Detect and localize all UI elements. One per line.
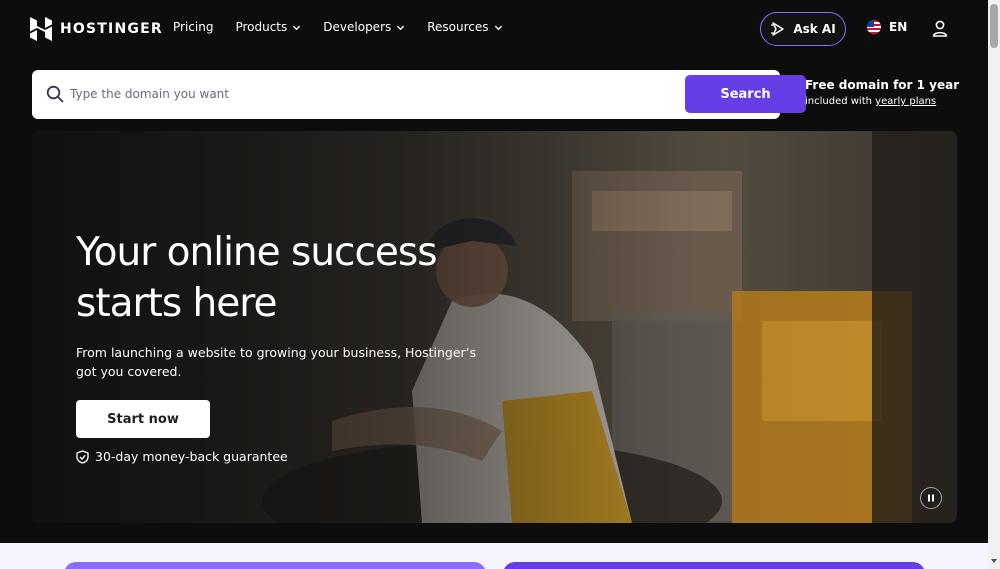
nav-item-label: Developers <box>323 20 392 34</box>
search-button[interactable]: Search <box>685 75 806 113</box>
us-flag-icon <box>867 20 881 34</box>
sparkle-arrow-icon <box>771 22 785 36</box>
hero-title-line-1: Your online success <box>76 230 438 275</box>
nav-item-label: Products <box>235 20 288 34</box>
domain-search-input[interactable] <box>70 82 670 106</box>
video-pause-button[interactable] <box>920 487 942 509</box>
plan-card-left <box>64 562 486 569</box>
page-scrollbar[interactable] <box>988 0 1000 569</box>
pause-icon <box>928 494 934 502</box>
nav-item-developers[interactable]: Developers <box>323 20 405 34</box>
hero-subtitle: From launching a website to growing your… <box>76 345 477 379</box>
yearly-plans-link[interactable]: yearly plans <box>875 96 936 107</box>
promo-subtitle-text: included with <box>805 96 876 107</box>
promo-subtitle: included with yearly plans <box>805 96 959 107</box>
plan-card-right <box>503 562 925 569</box>
nav-item-products[interactable]: Products <box>235 20 301 34</box>
search-icon <box>46 85 64 103</box>
lower-section <box>0 543 988 569</box>
language-code: EN <box>889 20 908 34</box>
shield-check-icon <box>76 449 89 464</box>
chevron-down-icon <box>397 25 405 30</box>
hero-title: Your online success starts here <box>76 227 496 329</box>
start-now-button[interactable]: Start now <box>76 400 210 438</box>
chevron-down-icon <box>494 25 502 30</box>
nav-item-resources[interactable]: Resources <box>427 20 502 34</box>
brand-logo[interactable]: HOSTINGER <box>30 17 163 41</box>
user-icon[interactable] <box>932 20 948 37</box>
chevron-down-icon <box>293 25 301 30</box>
guarantee-text: 30-day money-back guarantee <box>95 449 288 464</box>
nav-item-pricing[interactable]: Pricing <box>173 20 213 34</box>
money-back-guarantee: 30-day money-back guarantee <box>76 449 288 464</box>
brand-name: HOSTINGER <box>60 21 163 37</box>
nav-item-label: Pricing <box>173 20 214 34</box>
scroll-down-arrow-icon[interactable] <box>991 558 997 564</box>
domain-search-bar: Search <box>32 70 806 119</box>
main-nav: Pricing Products Developers Resources <box>173 20 503 34</box>
scrollbar-thumb[interactable] <box>990 4 998 48</box>
ask-ai-label: Ask AI <box>793 22 836 36</box>
hostinger-logo-icon <box>30 17 52 41</box>
ask-ai-button[interactable]: Ask AI <box>760 12 846 46</box>
hero-title-line-2: starts here <box>76 281 277 326</box>
top-navigation-bar: HOSTINGER Pricing Products Developers Re… <box>0 0 988 58</box>
nav-item-label: Resources <box>427 20 489 34</box>
language-selector[interactable]: EN <box>867 20 907 34</box>
free-domain-promo: Free domain for 1 year included with yea… <box>805 78 959 107</box>
hero-banner: Your online success starts here From lau… <box>32 131 957 523</box>
promo-title: Free domain for 1 year <box>805 78 960 92</box>
